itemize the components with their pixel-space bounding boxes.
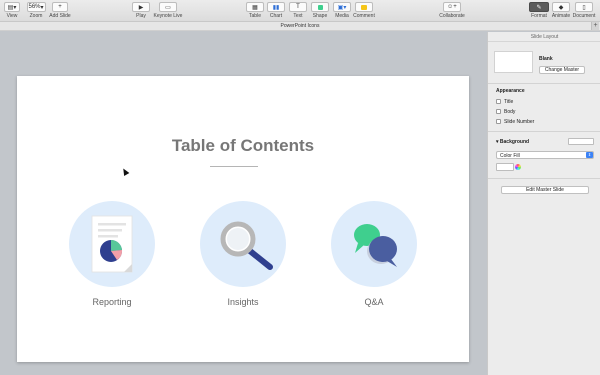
document-title: PowerPoint Icons xyxy=(280,23,320,29)
add-slide-label: Add Slide xyxy=(49,13,71,19)
shape-label: Shape xyxy=(312,13,328,19)
title-checkbox[interactable] xyxy=(496,99,501,104)
media-icon: ▣▾ xyxy=(333,2,351,12)
reporting-circle[interactable] xyxy=(69,201,155,287)
magnifier-icon xyxy=(220,221,273,270)
chart-label: Chart xyxy=(269,13,283,19)
play-label: Play xyxy=(136,13,146,19)
media-button[interactable]: ▣▾ Media xyxy=(332,2,352,19)
divider xyxy=(488,131,600,132)
reporting-label: Reporting xyxy=(92,297,132,307)
edit-master-slide-button[interactable]: Edit Master Slide xyxy=(501,186,589,194)
chart-button[interactable]: ▮▮ Chart xyxy=(266,2,286,19)
qa-circle[interactable] xyxy=(331,201,417,287)
comment-label: Comment xyxy=(353,13,375,19)
view-button[interactable]: ▤▾ View xyxy=(3,2,21,19)
comment-icon xyxy=(355,2,373,12)
fill-type-select[interactable]: Color Fill ⇕ xyxy=(496,151,594,159)
insights-label: Insights xyxy=(227,297,259,307)
background-label: Background xyxy=(499,139,530,145)
fill-type-value: Color Fill xyxy=(500,153,520,159)
insights-circle[interactable] xyxy=(200,201,286,287)
view-icon: ▤▾ xyxy=(4,2,20,12)
document-label: Document xyxy=(572,13,596,19)
slide-number-checkbox-row[interactable]: Slide Number xyxy=(496,118,534,125)
table-label: Table xyxy=(249,13,261,19)
title-checkbox-row[interactable]: Title xyxy=(496,98,513,105)
collaborate-icon: ☺+ xyxy=(443,2,461,12)
text-button[interactable]: T Text xyxy=(288,2,308,19)
speech-bubbles-icon xyxy=(354,224,397,267)
animate-button[interactable]: ◆ Animate xyxy=(550,2,572,19)
slide-number-checkbox[interactable] xyxy=(496,119,501,124)
divider xyxy=(488,178,600,179)
title-underline xyxy=(210,166,258,167)
media-label: Media xyxy=(335,13,349,19)
table-icon: ▦ xyxy=(246,2,264,12)
color-wheel-icon[interactable] xyxy=(515,164,521,170)
background-heading[interactable]: ▾ Background xyxy=(496,139,529,145)
shape-button[interactable]: Shape xyxy=(310,2,330,19)
play-button[interactable]: ▶ Play xyxy=(131,2,151,19)
table-button[interactable]: ▦ Table xyxy=(245,2,265,19)
collaborate-label: Collaborate xyxy=(439,13,465,19)
slide-canvas[interactable]: Table of Contents Reporting Insights Q&A xyxy=(0,32,487,375)
appearance-heading: Appearance xyxy=(496,88,525,94)
body-checkbox[interactable] xyxy=(496,109,501,114)
format-button[interactable]: ✎ Format xyxy=(528,2,550,19)
format-label: Format xyxy=(531,13,547,19)
plus-icon: + xyxy=(52,2,68,12)
slide-number-checkbox-label: Slide Number xyxy=(504,118,535,125)
zoom-control[interactable]: 56% ▾ Zoom xyxy=(26,2,46,19)
toolbar: ▤▾ View 56% ▾ Zoom + Add Slide ▶ Play ▭ K… xyxy=(0,0,600,22)
zoom-label: Zoom xyxy=(29,13,43,19)
layout-thumbnail[interactable] xyxy=(494,51,533,73)
inspector-header[interactable]: Slide Layout xyxy=(488,32,600,42)
layout-name: Blank xyxy=(539,56,553,62)
comment-button[interactable]: Comment xyxy=(352,2,376,19)
slide[interactable]: Table of Contents Reporting Insights Q&A xyxy=(17,76,469,362)
add-tab-button[interactable]: + xyxy=(591,22,599,30)
animate-icon: ◆ xyxy=(552,2,570,12)
keynote-live-button[interactable]: ▭ Keynote Live xyxy=(152,2,184,19)
disclosure-triangle-icon[interactable]: ▾ xyxy=(496,139,499,145)
qa-label: Q&A xyxy=(364,297,384,307)
text-icon: T xyxy=(289,2,307,12)
collaborate-button[interactable]: ☺+ Collaborate xyxy=(437,2,467,19)
play-icon: ▶ xyxy=(132,2,150,12)
document-button[interactable]: ▯ Document xyxy=(572,2,596,19)
fill-color-well[interactable] xyxy=(496,163,514,171)
chart-icon: ▮▮ xyxy=(267,2,285,12)
background-color-swatch[interactable] xyxy=(568,138,594,145)
body-checkbox-label: Body xyxy=(504,108,516,115)
paintbrush-icon: ✎ xyxy=(529,2,549,12)
change-master-button[interactable]: Change Master xyxy=(539,66,585,74)
zoom-value-text: 56% xyxy=(28,4,41,10)
report-icon xyxy=(91,215,133,273)
add-slide-button[interactable]: + Add Slide xyxy=(48,2,72,19)
animate-label: Animate xyxy=(551,13,571,19)
shape-icon xyxy=(311,2,329,12)
slide-title[interactable]: Table of Contents xyxy=(17,136,469,156)
text-label: Text xyxy=(293,13,303,19)
body-checkbox-row[interactable]: Body xyxy=(496,108,515,115)
keynote-live-label: Keynote Live xyxy=(153,13,183,19)
title-checkbox-label: Title xyxy=(504,98,514,105)
zoom-value: 56% ▾ xyxy=(26,2,46,12)
select-arrows-icon: ⇕ xyxy=(586,152,593,158)
document-icon: ▯ xyxy=(575,2,593,12)
inspector-panel: Slide Layout Blank Change Master Appeara… xyxy=(487,32,600,375)
document-titlebar: PowerPoint Icons + xyxy=(0,22,600,31)
view-label: View xyxy=(6,13,18,19)
keynote-live-icon: ▭ xyxy=(159,2,177,12)
divider xyxy=(488,83,600,84)
